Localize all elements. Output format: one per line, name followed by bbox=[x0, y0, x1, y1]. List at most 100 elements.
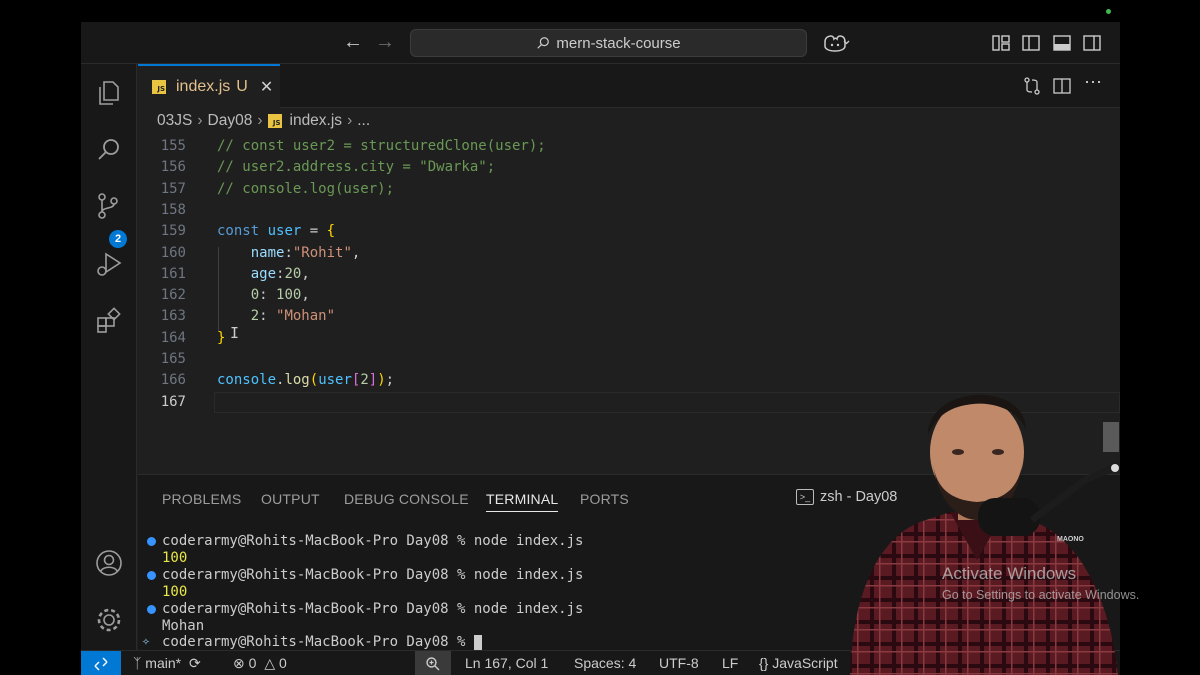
settings-gear-icon[interactable] bbox=[94, 605, 124, 635]
code-token: age bbox=[250, 265, 277, 282]
code-token: // const user2 = structuredClone(user); bbox=[217, 138, 546, 154]
tab-debug-console[interactable]: DEBUG CONSOLE bbox=[344, 491, 469, 507]
text-cursor-icon: I bbox=[230, 324, 240, 342]
code-token: , bbox=[301, 265, 310, 282]
tab-terminal[interactable]: TERMINAL bbox=[486, 491, 559, 512]
copilot-icon[interactable] bbox=[821, 33, 851, 53]
watermark-subtitle: Go to Settings to activate Windows. bbox=[942, 588, 1140, 602]
code-token: user bbox=[267, 223, 302, 240]
breadcrumb-symbols[interactable]: ... bbox=[357, 112, 370, 130]
branch-indicator[interactable]: ᛉ main* ⟳ bbox=[133, 655, 201, 672]
more-actions-icon[interactable]: ⋯ bbox=[1084, 72, 1104, 92]
extensions-icon[interactable] bbox=[94, 306, 124, 336]
code-token: log bbox=[284, 372, 310, 389]
terminal-line-text: Mohan bbox=[162, 617, 205, 634]
code-line: 160 name:"Rohit", bbox=[138, 243, 1118, 264]
breadcrumb-file[interactable]: index.js bbox=[290, 112, 343, 130]
branch-name: main* bbox=[145, 655, 182, 671]
javascript-file-icon: JS bbox=[267, 114, 282, 128]
branch-icon: ᛉ bbox=[133, 655, 142, 671]
code-token: , bbox=[351, 244, 361, 261]
encoding[interactable]: UTF-8 bbox=[659, 655, 699, 671]
problems-indicator[interactable]: ⊗ 0 △ 0 bbox=[233, 655, 287, 672]
terminal-line-text: coderarmy@Rohits-MacBook-Pro Day08 % nod… bbox=[162, 533, 584, 549]
command-status-dot-icon[interactable] bbox=[147, 570, 156, 580]
tab-output[interactable]: OUTPUT bbox=[261, 491, 320, 507]
remote-indicator[interactable] bbox=[81, 651, 121, 675]
code-token: 2 bbox=[250, 308, 260, 325]
presenter-image: MAONO bbox=[850, 394, 1120, 675]
code-token: ] bbox=[368, 372, 378, 389]
code-token: ; bbox=[385, 372, 395, 389]
search-icon[interactable] bbox=[94, 135, 124, 165]
toggle-primary-sidebar-icon[interactable] bbox=[1021, 33, 1041, 53]
code-token: name bbox=[250, 244, 285, 261]
svg-text:MAONO: MAONO bbox=[1057, 536, 1084, 543]
command-status-dot-icon[interactable] bbox=[147, 604, 156, 614]
split-editor-icon[interactable] bbox=[1052, 76, 1072, 96]
line-code: age:20, bbox=[217, 264, 310, 285]
line-number: 167 bbox=[160, 393, 186, 410]
code-token: ) bbox=[377, 372, 386, 389]
line-code: console.log(user[2]); bbox=[217, 370, 394, 391]
terminal-line-text: coderarmy@Rohits-MacBook-Pro Day08 % nod… bbox=[162, 566, 584, 583]
tab-problems[interactable]: PROBLEMS bbox=[162, 491, 241, 507]
customize-layout-icon[interactable] bbox=[991, 33, 1011, 53]
terminal-line: 100 bbox=[162, 550, 187, 567]
code-line: 158 bbox=[138, 200, 1118, 221]
activate-windows-watermark: Activate Windows Go to Settings to activ… bbox=[942, 564, 1139, 602]
tab-index-js[interactable]: JS index.js U ✕ bbox=[138, 64, 280, 108]
terminal-line: coderarmy@Rohits-MacBook-Pro Day08 % nod… bbox=[162, 601, 583, 618]
run-debug-icon[interactable] bbox=[94, 249, 124, 279]
code-line: 156 // user2.address.city = "Dwarka"; bbox=[138, 157, 1118, 178]
braces-icon: {} bbox=[759, 655, 769, 671]
line-number: 157 bbox=[160, 180, 186, 197]
code-token: const bbox=[217, 223, 260, 240]
line-number: 164 bbox=[160, 329, 186, 346]
source-control-icon[interactable] bbox=[94, 191, 124, 221]
account-icon[interactable] bbox=[94, 548, 124, 578]
terminal-line: coderarmy@Rohits-MacBook-Pro Day08 % nod… bbox=[162, 567, 583, 584]
command-status-dot-icon[interactable] bbox=[147, 537, 156, 546]
toggle-panel-icon[interactable] bbox=[1052, 33, 1072, 53]
toggle-secondary-sidebar-icon[interactable] bbox=[1082, 33, 1102, 53]
code-token: // console.log(user); bbox=[217, 180, 395, 197]
language-mode[interactable]: {} JavaScript bbox=[759, 655, 838, 671]
indentation[interactable]: Spaces: 4 bbox=[574, 655, 636, 671]
zoom-button[interactable] bbox=[415, 651, 451, 675]
terminal-line-text: 100 bbox=[162, 583, 188, 600]
remote-icon bbox=[94, 656, 108, 671]
chevron-right-icon: › bbox=[257, 112, 263, 129]
command-center-search[interactable]: mern-stack-course bbox=[410, 29, 807, 57]
code-token: console bbox=[217, 372, 277, 389]
code-token: "Rohit" bbox=[292, 244, 352, 261]
back-arrow-icon[interactable]: ← bbox=[343, 32, 363, 52]
code-token: 20 bbox=[284, 265, 302, 282]
code-line: 163 2: "Mohan" bbox=[138, 306, 1118, 327]
breadcrumb-folder-day08[interactable]: Day08 bbox=[208, 112, 253, 130]
explorer-icon[interactable] bbox=[94, 78, 124, 108]
line-number: 159 bbox=[160, 223, 186, 240]
code-token: 100 bbox=[276, 287, 302, 304]
editor-tab-bar: JS index.js U ✕ ⋯ bbox=[138, 64, 1120, 108]
breadcrumb-folder-03js[interactable]: 03JS bbox=[157, 112, 192, 130]
zoom-icon bbox=[426, 656, 440, 670]
sparkle-icon[interactable]: ✧ bbox=[142, 634, 150, 649]
activity-bar: 2 bbox=[81, 64, 137, 650]
line-code: 0: 100, bbox=[217, 285, 310, 306]
tab-ports[interactable]: PORTS bbox=[580, 491, 629, 507]
sync-icon: ⟳ bbox=[188, 655, 201, 671]
code-token: = bbox=[301, 223, 327, 240]
line-number: 165 bbox=[160, 351, 186, 367]
cursor-position[interactable]: Ln 167, Col 1 bbox=[465, 655, 548, 671]
terminal-icon: >_ bbox=[796, 489, 814, 505]
open-changes-icon[interactable] bbox=[1022, 76, 1042, 96]
code-line: 162 0: 100, bbox=[138, 285, 1118, 306]
code-token: : bbox=[259, 287, 277, 304]
forward-arrow-icon[interactable]: → bbox=[375, 32, 395, 52]
end-of-line[interactable]: LF bbox=[722, 655, 738, 671]
chevron-right-icon: › bbox=[347, 112, 353, 129]
close-tab-icon[interactable]: ✕ bbox=[260, 77, 273, 97]
